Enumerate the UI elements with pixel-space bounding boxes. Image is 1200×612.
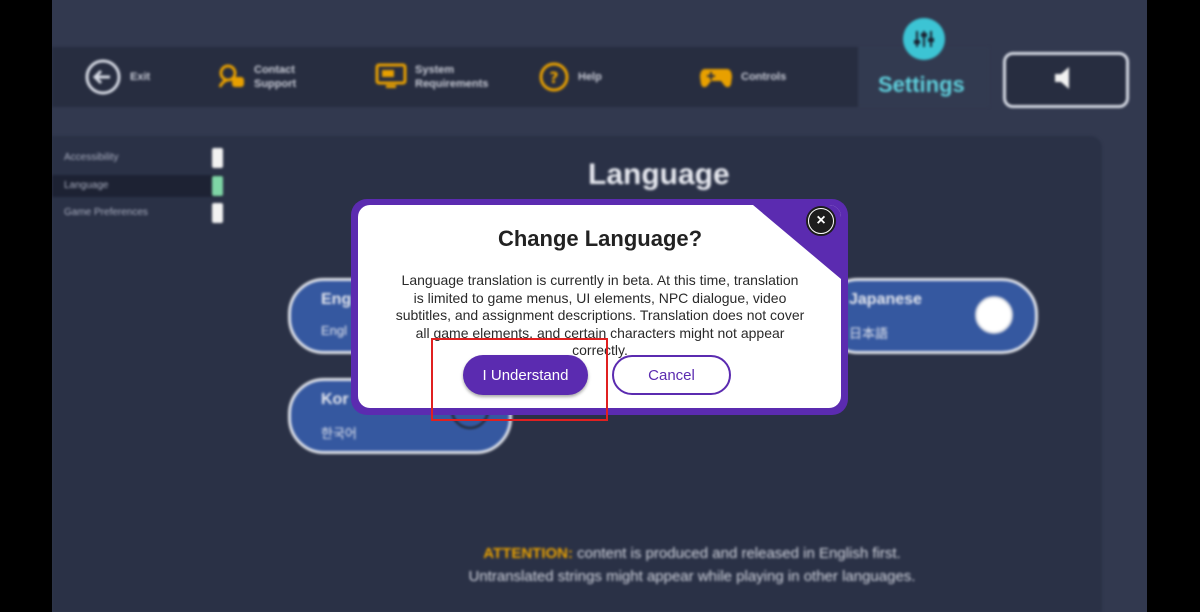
- language-name: Eng: [321, 291, 352, 308]
- sound-toggle-button[interactable]: [1003, 52, 1129, 108]
- exit-label: Exit: [130, 71, 151, 83]
- i-understand-button[interactable]: I Understand: [463, 355, 588, 395]
- gamepad-icon: [699, 65, 733, 89]
- attention-notice: ATTENTION: content is produced and relea…: [372, 542, 1012, 588]
- language-heading: Language: [588, 158, 730, 191]
- toggle-indicator: [212, 148, 223, 168]
- sidebar-item-accessibility[interactable]: Accessibility: [52, 147, 223, 169]
- dialog-title: Change Language?: [497, 226, 703, 251]
- language-name: Kor: [321, 391, 349, 408]
- radio-button[interactable]: [975, 296, 1013, 334]
- help-button[interactable]: ? Help: [538, 47, 602, 107]
- sidebar-item-label: Accessibility: [64, 152, 119, 163]
- speaker-icon: [1052, 65, 1080, 96]
- language-option-japanese[interactable]: Japanese 日本語: [822, 278, 1038, 354]
- help-label: Help: [578, 71, 602, 83]
- language-native-name: Engl: [321, 323, 348, 338]
- close-dialog-button[interactable]: ×: [806, 206, 836, 236]
- support-icon: [214, 61, 246, 93]
- toggle-indicator: [212, 176, 223, 196]
- contact-support-button[interactable]: Contact Support: [214, 47, 324, 107]
- sidebar-item-label: Game Preferences: [64, 207, 148, 218]
- settings-sliders-icon: [903, 18, 945, 60]
- cancel-button[interactable]: Cancel: [612, 355, 731, 395]
- attention-line-1: content is produced and released in Engl…: [577, 545, 901, 562]
- sidebar-item-language[interactable]: Language: [52, 175, 223, 197]
- language-name: Japanese: [849, 291, 922, 308]
- sidebar-item-label: Language: [64, 180, 109, 191]
- controls-label: Controls: [741, 71, 787, 83]
- monitor-icon: [375, 63, 407, 91]
- svg-text:?: ?: [549, 68, 558, 87]
- language-native-name: 한국어: [321, 426, 357, 441]
- settings-label: Settings: [878, 72, 965, 97]
- contact-support-label: Contact Support: [254, 64, 297, 90]
- system-requirements-button[interactable]: System Requirements: [375, 47, 505, 107]
- back-arrow-icon: [84, 58, 122, 96]
- language-native-name: 日本語: [849, 326, 889, 341]
- controls-button[interactable]: Controls: [699, 47, 786, 107]
- close-icon: ×: [809, 209, 833, 233]
- exit-button[interactable]: Exit: [84, 47, 150, 107]
- top-nav-bar: [52, 47, 989, 107]
- sidebar-item-game-preferences[interactable]: Game Preferences: [52, 202, 223, 224]
- attention-prefix: ATTENTION:: [483, 545, 573, 562]
- toggle-indicator: [212, 203, 223, 223]
- attention-line-2: Untranslated strings might appear while …: [468, 568, 916, 585]
- help-icon: ?: [538, 61, 570, 93]
- system-requirements-label: System Requirements: [415, 64, 489, 90]
- dialog-body-text: Language translation is currently in bet…: [395, 272, 805, 358]
